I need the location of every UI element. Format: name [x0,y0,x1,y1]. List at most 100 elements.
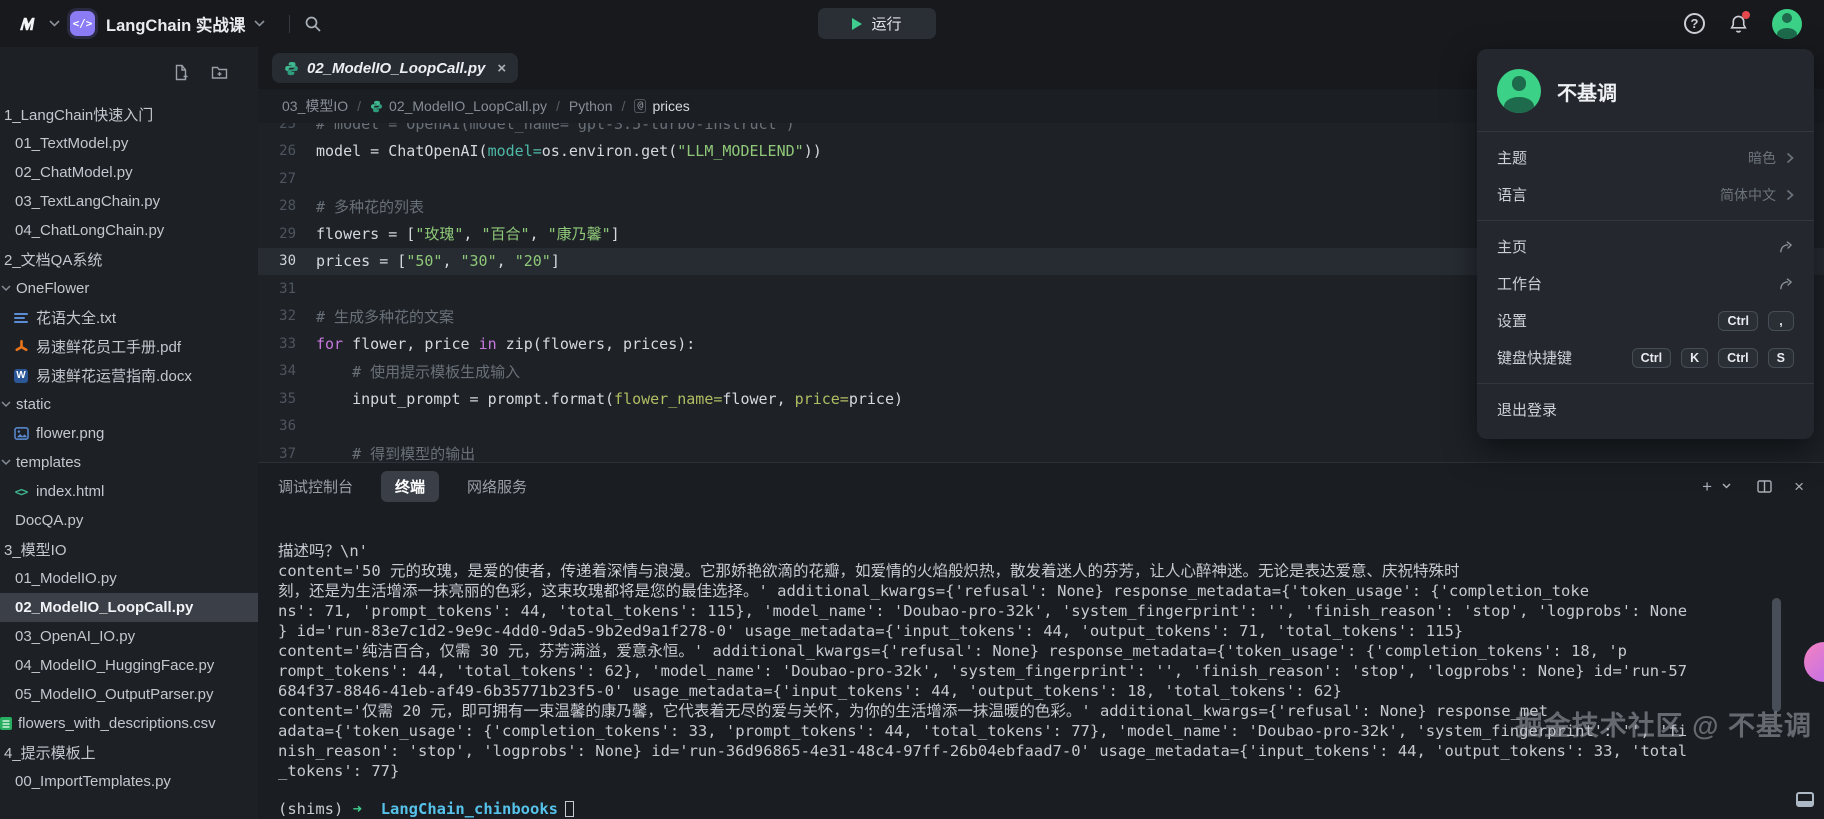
tree-item-label: 02_ModelIO_LoopCall.py [15,599,193,616]
panel-tab[interactable]: 网络服务 [467,476,527,497]
tree-file[interactable]: 01_ModelIO.py [0,564,258,593]
csv-file-icon [0,716,14,731]
keycap: Ctrl [1632,348,1672,368]
split-panel-icon[interactable] [1757,480,1772,493]
play-icon [852,18,862,30]
variable-symbol-icon: @ [634,99,646,113]
tree-item-label: 2_文档QA系统 [4,249,102,270]
terminal-line: rompt_tokens': 44, 'total_tokens': 62}, … [278,661,1824,681]
code-text: prices = ["50", "30", "20"] [316,252,560,270]
menu-item[interactable]: 主页 [1477,228,1814,265]
tree-file[interactable]: 03_OpenAI_IO.py [0,622,258,651]
terminal-line: nish_reason': 'stop', 'logprobs': None} … [278,741,1824,761]
panel-toggle-icon[interactable] [1796,792,1814,807]
tree-folder[interactable]: OneFlower [0,274,258,303]
user-menu-popover: 不基调 主题暗色语言简体中文主页工作台设置Ctrl,键盘快捷键CtrlKCtrl… [1477,49,1814,439]
terminal-line: _tokens': 77} [278,761,1824,781]
new-file-icon[interactable] [173,64,189,81]
editor-tab-active[interactable]: 02_ModelIO_LoopCall.py × [272,53,518,83]
tree-folder[interactable]: 4_提示模板上 [0,738,258,767]
tree-folder[interactable]: static [0,390,258,419]
menu-item[interactable]: 语言简体中文 [1477,176,1814,213]
tab-close-icon[interactable]: × [497,60,506,77]
user-avatar[interactable] [1772,9,1802,39]
help-icon[interactable]: ? [1684,13,1705,34]
terminal-line: content='纯洁百合，仅需 30 元，芬芳满溢，爱意永恒。' additi… [278,641,1824,661]
tree-file[interactable]: <>index.html [0,477,258,506]
tree-item-label: 04_ModelIO_HuggingFace.py [15,657,214,674]
marscode-logo-icon[interactable] [16,14,40,34]
tree-item-label: 1_LangChain快速入门 [4,104,153,125]
tree-folder[interactable]: 2_文档QA系统 [0,245,258,274]
menu-item[interactable]: 退出登录 [1477,391,1814,428]
tree-item-label: templates [16,454,81,471]
tree-file[interactable]: 00_ImportTemplates.py [0,767,258,796]
top-bar: </> LangChain 实战课 运行 ? [0,0,1824,47]
tree-folder[interactable]: 3_模型IO [0,535,258,564]
code-text: for flower, price in zip(flowers, prices… [316,335,695,353]
tree-file[interactable]: 05_ModelIO_OutputParser.py [0,680,258,709]
tree-item-label: OneFlower [16,280,89,297]
tree-file[interactable]: 04_ChatLongChain.py [0,216,258,245]
code-line[interactable]: 37 # 得到模型的输出 [258,440,1824,462]
tree-file[interactable]: flower.png [0,419,258,448]
breadcrumb-item[interactable]: Python [569,98,613,114]
keycap: Ctrl [1718,311,1758,331]
tree-file[interactable]: 01_TextModel.py [0,129,258,158]
workspace-chevron-down-icon[interactable] [48,18,60,30]
tree-file[interactable]: DocQA.py [0,506,258,535]
tree-file[interactable]: 03_TextLangChain.py [0,187,258,216]
notifications-bell-icon[interactable] [1729,14,1748,34]
tree-folder[interactable]: templates [0,448,258,477]
breadcrumb-label: 03_模型IO [282,96,348,116]
tree-file[interactable]: flowers_with_descriptions.csv [0,709,258,738]
search-icon[interactable] [304,15,322,33]
tree-file[interactable]: 02_ChatModel.py [0,158,258,187]
line-number: 37 [258,446,316,462]
terminal-dropdown-icon[interactable] [1722,483,1731,489]
close-panel-icon[interactable]: × [1794,478,1804,495]
txt-file-icon [13,310,29,325]
run-button[interactable]: 运行 [818,8,936,39]
menu-item[interactable]: 设置Ctrl, [1477,302,1814,339]
terminal-scrollbar[interactable] [1772,598,1781,712]
project-title[interactable]: LangChain 实战课 [106,12,245,36]
panel-tab[interactable]: 调试控制台 [278,476,353,497]
breadcrumb-label: Python [569,98,613,114]
menu-item[interactable]: 主题暗色 [1477,139,1814,176]
keycap: S [1768,348,1794,368]
tree-folder[interactable]: 1_LangChain快速入门 [0,100,258,129]
terminal-line: content='50 元的玫瑰，是爱的使者，传递着深情与浪漫。它那娇艳欲滴的花… [278,561,1824,581]
tree-file[interactable]: 02_ModelIO_LoopCall.py [0,593,258,622]
breadcrumb-item[interactable]: @prices [634,98,689,114]
menu-item-label: 退出登录 [1497,399,1557,420]
tree-file[interactable]: 易速鲜花员工手册.pdf [0,332,258,361]
terminal-line: content='仅需 20 元，即可拥有一束温馨的康乃馨，它代表着无尽的爱与关… [278,701,1824,721]
breadcrumb-item[interactable]: 03_模型IO [282,96,348,116]
keycap: Ctrl [1718,348,1758,368]
breadcrumb-separator: / [556,98,560,114]
tree-item-label: 4_提示模板上 [4,742,96,763]
code-text: # 使用提示模板生成输入 [316,361,520,382]
python-file-icon [370,100,383,113]
tree-file[interactable]: 04_ModelIO_HuggingFace.py [0,651,258,680]
tree-file[interactable]: W易速鲜花运营指南.docx [0,361,258,390]
panel-tab[interactable]: 终端 [381,471,439,502]
code-text: # 多种花的列表 [316,196,424,217]
breadcrumb-separator: / [357,98,361,114]
menu-item[interactable]: 键盘快捷键CtrlKCtrlS [1477,339,1814,376]
bottom-panel: 调试控制台 终端 网络服务 + × 描述吗？\n'content='50 元的玫瑰，是爱… [258,462,1824,819]
tree-file[interactable]: 花语大全.txt [0,303,258,332]
project-chevron-down-icon[interactable] [253,18,265,30]
terminal-output[interactable]: 描述吗？\n'content='50 元的玫瑰，是爱的使者，传递着深情与浪漫。它… [258,509,1824,819]
new-folder-icon[interactable] [211,64,228,81]
username: 不基调 [1557,77,1617,106]
tree-item-label: 01_TextModel.py [15,135,128,152]
file-explorer-sidebar: 1_LangChain快速入门 01_TextModel.py 02_ChatMod… [0,47,258,819]
menu-item-label: 设置 [1497,310,1527,331]
line-number: 30 [258,253,316,269]
new-terminal-icon[interactable]: + [1702,478,1712,495]
line-number: 27 [258,171,316,187]
menu-item[interactable]: 工作台 [1477,265,1814,302]
breadcrumb-item[interactable]: 02_ModelIO_LoopCall.py [370,98,547,114]
